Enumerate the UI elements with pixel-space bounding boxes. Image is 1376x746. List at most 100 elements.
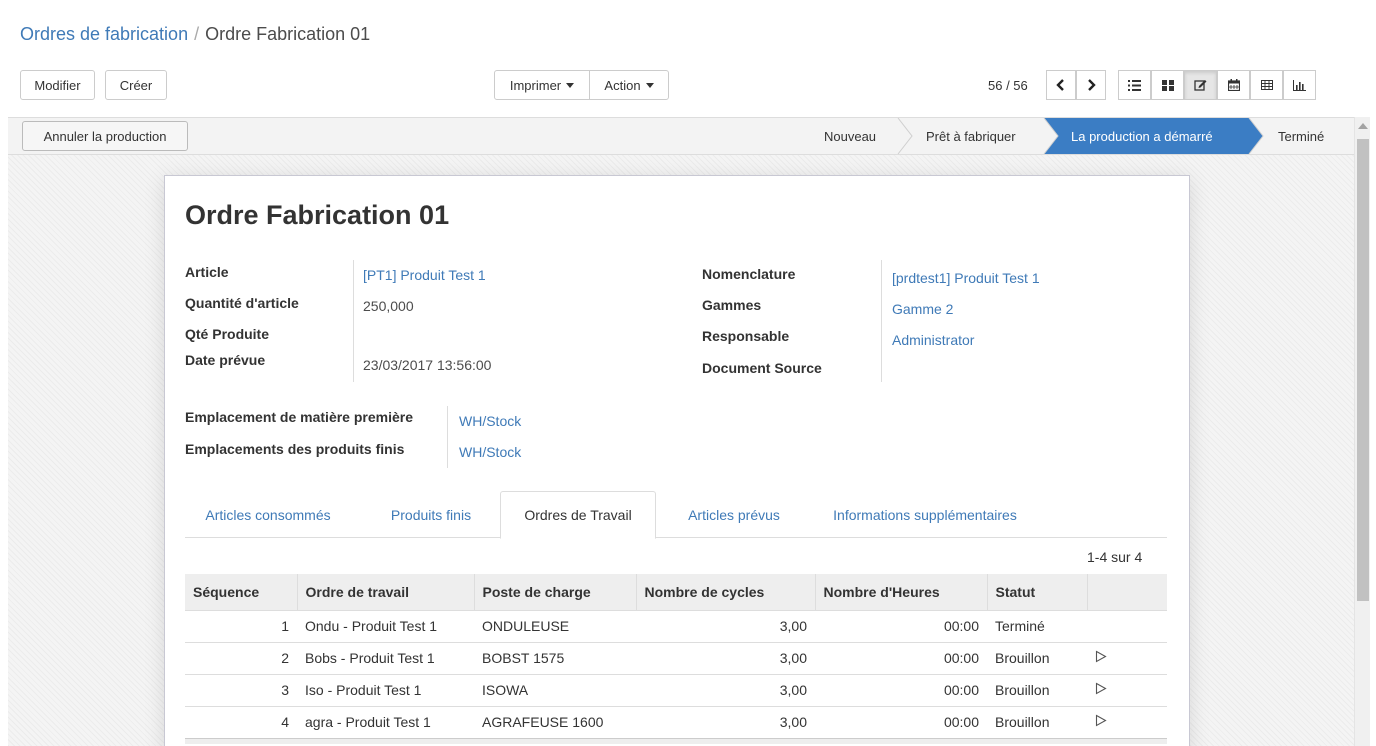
tab-planned-articles[interactable]: Articles prévus <box>661 491 807 538</box>
cell-hours: 00:00 <box>815 705 987 738</box>
cell-action <box>1087 705 1167 738</box>
table-row[interactable]: 4 agra - Produit Test 1 AGRAFEUSE 1600 3… <box>185 705 1167 738</box>
field-value-product[interactable]: [PT1] Produit Test 1 <box>363 267 486 283</box>
cell-work-order: Bobs - Produit Test 1 <box>297 641 474 674</box>
pager-previous-button[interactable] <box>1046 70 1076 100</box>
graph-view-button[interactable] <box>1283 70 1316 100</box>
breadcrumb-separator: / <box>194 24 200 44</box>
field-value-finished-location[interactable]: WH/Stock <box>459 444 521 460</box>
create-button[interactable]: Créer <box>105 70 167 100</box>
cell-cycles: 3,00 <box>636 641 815 674</box>
pivot-view-button[interactable] <box>1250 70 1283 100</box>
cell-status: Terminé <box>987 609 1087 642</box>
field-label-raw-location: Emplacement de matière première <box>185 409 413 425</box>
tab-consumed-articles[interactable]: Articles consommés <box>185 491 351 538</box>
stage-in-progress[interactable]: La production a démarré <box>1071 118 1213 154</box>
cell-status: Brouillon <box>987 673 1087 706</box>
cell-work-order: Iso - Produit Test 1 <box>297 673 474 706</box>
kanban-view-button[interactable] <box>1151 70 1184 100</box>
field-value-quantity: 250,000 <box>363 298 414 314</box>
column-header-work-order[interactable]: Ordre de travail <box>296 574 474 610</box>
tab-planned-articles-label: Articles prévus <box>688 506 780 523</box>
cell-workcenter: ISOWA <box>474 673 636 706</box>
kanban-view-icon <box>1161 79 1174 91</box>
breadcrumb-current: Ordre Fabrication 01 <box>205 24 371 44</box>
tab-work-orders[interactable]: Ordres de Travail <box>500 491 656 539</box>
play-icon[interactable] <box>1095 714 1107 730</box>
field-value-responsible[interactable]: Administrator <box>892 332 974 348</box>
table-row[interactable]: 1 Ondu - Produit Test 1 ONDULEUSE 3,00 0… <box>185 609 1167 642</box>
cell-hours: 00:00 <box>815 609 987 642</box>
print-dropdown-label: Imprimer <box>509 77 562 93</box>
control-panel: Ordres de fabrication / Ordre Fabrication … <box>8 12 1354 117</box>
cell-sequence: 2 <box>185 641 297 674</box>
table-row[interactable]: 2 Bobs - Produit Test 1 BOBST 1575 3,00 … <box>185 641 1167 674</box>
table-footer-row <box>185 737 1167 744</box>
list-view-icon <box>1128 79 1141 91</box>
column-header-hours[interactable]: Nombre d'Heures <box>814 574 987 610</box>
statusbar: Annuler la production Nouveau Prêt à fab… <box>8 117 1354 155</box>
field-separator <box>881 260 882 382</box>
table-row[interactable]: 3 Iso - Produit Test 1 ISOWA 3,00 00:00 … <box>185 673 1167 706</box>
form-view-button[interactable] <box>1184 70 1217 100</box>
cell-hours: 00:00 <box>815 673 987 706</box>
column-header-status[interactable]: Statut <box>986 574 1087 610</box>
tab-work-orders-label: Ordres de Travail <box>524 507 632 523</box>
tab-additional-info[interactable]: Informations supplémentaires <box>812 491 1038 538</box>
print-dropdown[interactable]: Imprimer <box>494 70 590 100</box>
tab-consumed-articles-label: Articles consommés <box>205 506 331 523</box>
field-value-raw-location[interactable]: WH/Stock <box>459 413 521 429</box>
breadcrumb: Ordres de fabrication / Ordre Fabrication … <box>20 24 370 45</box>
cell-action <box>1087 673 1167 706</box>
vertical-scrollbar[interactable] <box>1354 117 1370 746</box>
field-label-produced-qty: Qté Produite <box>185 326 270 342</box>
calendar-view-button[interactable] <box>1217 70 1250 100</box>
stage-new[interactable]: Nouveau <box>824 118 876 154</box>
cell-workcenter: AGRAFEUSE 1600 <box>474 705 636 738</box>
cell-cycles: 3,00 <box>636 673 815 706</box>
action-dropdown[interactable]: Action <box>589 70 669 100</box>
page-title: Ordre Fabrication 01 <box>185 200 450 230</box>
notebook-tabs: Articles consommés Produits finis Ordres… <box>185 491 1167 539</box>
graph-view-icon <box>1293 79 1306 91</box>
edit-button[interactable]: Modifier <box>20 70 95 100</box>
pager-next-button[interactable] <box>1076 70 1106 100</box>
scrollbar-thumb[interactable] <box>1357 139 1369 601</box>
chevron-left-icon <box>1056 79 1064 91</box>
cell-hours: 00:00 <box>815 641 987 674</box>
field-value-bom[interactable]: [prdtest1] Produit Test 1 <box>892 270 1040 286</box>
work-orders-table: Séquence Ordre de travail Poste de charg… <box>185 574 1167 744</box>
stage-ready[interactable]: Prêt à fabriquer <box>926 118 1016 154</box>
stage-ready-label: Prêt à fabriquer <box>926 128 1016 144</box>
pager-value[interactable]: 56 / 56 <box>988 78 1028 93</box>
column-header-cycles[interactable]: Nombre de cycles <box>635 574 815 610</box>
field-label-planned-date: Date prévue <box>185 352 266 368</box>
field-label-product: Article <box>185 264 229 280</box>
calendar-view-icon <box>1227 79 1240 91</box>
cell-status: Brouillon <box>987 641 1087 674</box>
column-header-actions <box>1086 574 1167 610</box>
chevron-right-icon <box>1088 79 1096 91</box>
table-header-row: Séquence Ordre de travail Poste de charg… <box>185 574 1167 610</box>
tab-additional-info-label: Informations supplémentaires <box>833 506 1017 523</box>
cell-action <box>1087 609 1167 642</box>
list-view-button[interactable] <box>1118 70 1151 100</box>
scroll-up-icon[interactable] <box>1358 123 1368 129</box>
play-icon[interactable] <box>1095 650 1107 666</box>
column-header-workcenter[interactable]: Poste de charge <box>473 574 636 610</box>
tab-finished-products[interactable]: Produits finis <box>367 491 495 538</box>
field-label-finished-location: Emplacements des produits finis <box>185 441 405 457</box>
list-pager[interactable]: 1-4 sur 4 <box>1087 549 1142 565</box>
cell-workcenter: ONDULEUSE <box>474 609 636 642</box>
column-header-sequence[interactable]: Séquence <box>185 574 297 610</box>
action-dropdown-label: Action <box>604 77 641 93</box>
field-label-routing: Gammes <box>702 297 762 313</box>
play-icon[interactable] <box>1095 682 1107 698</box>
cell-status: Brouillon <box>987 705 1087 738</box>
stage-done[interactable]: Terminé <box>1278 118 1324 154</box>
form-view-icon <box>1194 80 1207 91</box>
stage-in-progress-label: La production a démarré <box>1071 128 1213 144</box>
field-value-routing[interactable]: Gamme 2 <box>892 301 953 317</box>
breadcrumb-parent-link[interactable]: Ordres de fabrication <box>20 24 188 44</box>
cell-sequence: 4 <box>185 705 297 738</box>
